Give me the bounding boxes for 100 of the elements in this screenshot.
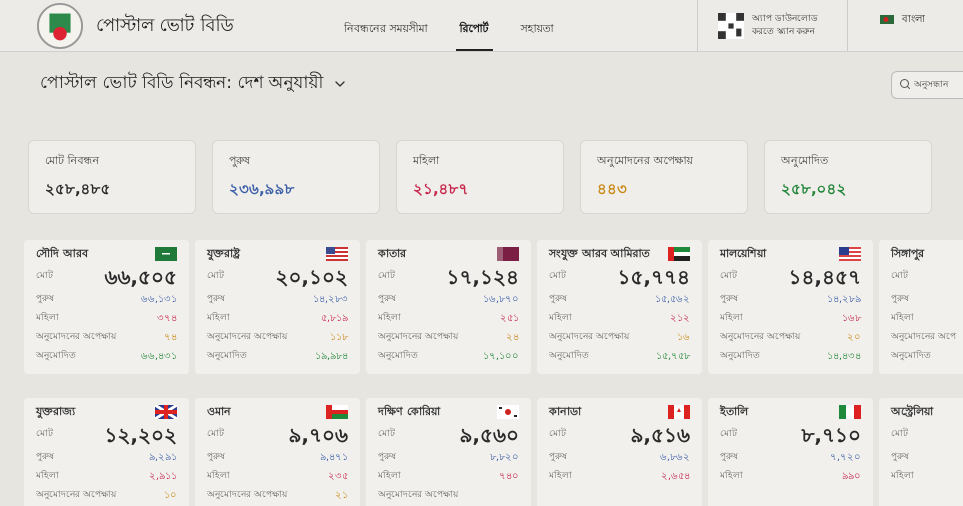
stat-value: ৯,৫১৬ xyxy=(630,422,690,449)
stat-label: মোট xyxy=(549,270,566,284)
summary-value: ২৫৮,০৪২ xyxy=(781,178,848,200)
stat-label: পুরুষ xyxy=(549,450,567,464)
flag-icon xyxy=(668,405,690,419)
stat-value: ৭,৭২০ xyxy=(830,451,861,465)
stat-label: অনুমোদনের অপেক্ষায় xyxy=(549,330,629,344)
stat-value: ২০ xyxy=(847,331,861,345)
stat-label: পুরুষ xyxy=(720,450,738,464)
flag-icon xyxy=(326,405,348,419)
stat-label: মহিলা xyxy=(549,312,572,325)
nav-tab[interactable]: নিবন্ধনের সময়সীমা xyxy=(340,20,432,51)
language-button[interactable]: বাংলা xyxy=(880,12,925,27)
stat-label: মোট xyxy=(36,270,53,284)
stat-label: মোট xyxy=(720,428,737,442)
stat-label: অনুমোদনের অপেক্ষায় xyxy=(36,488,116,502)
flag-icon xyxy=(155,247,177,261)
nav-tab[interactable]: সহায়তা xyxy=(516,20,558,51)
stat-label: অনুমোদিত xyxy=(207,350,247,363)
country-name: কানাডা xyxy=(549,404,581,420)
page-title: পোস্টাল ভোট বিডি নিবন্ধন: দেশ অনুযায়ী xyxy=(40,71,324,96)
summary-label: পুরুষ xyxy=(229,153,252,170)
flag-icon xyxy=(497,405,519,419)
flag-icon xyxy=(155,405,177,419)
stat-label: পুরুষ xyxy=(36,450,54,464)
stat-value: ৮,৭১০ xyxy=(801,422,861,449)
country-name: সিঙ্গাপুর xyxy=(891,246,924,262)
stat-label: মহিলা xyxy=(720,470,743,483)
flag-icon xyxy=(880,15,894,24)
stat-label: পুরুষ xyxy=(891,450,909,464)
stat-label: মহিলা xyxy=(549,470,572,483)
stat-label: অনুমোদিত xyxy=(378,350,418,363)
stat-value: ১৪,২৮৯ xyxy=(826,293,861,307)
stat-label: অনুমোদনের অপেক্ষায় xyxy=(378,488,458,502)
stat-label: মোট xyxy=(207,428,224,442)
country-name: ইতালি xyxy=(720,404,748,420)
stat-value: ২,৯১১ xyxy=(148,470,177,484)
brand-name: পোস্টাল ভোট বিডি xyxy=(96,12,234,38)
stat-label: মহিলা xyxy=(891,312,914,325)
stat-value: ২১২ xyxy=(670,312,690,326)
stat-value: ৬৬,১৩১ xyxy=(140,293,177,307)
stat-label: মোট xyxy=(549,428,566,442)
summary-value: ২৩৬,৯৯৮ xyxy=(229,178,296,200)
stat-label: মোট xyxy=(207,270,224,284)
stat-label: অনুমোদনের অপেক্ষায় xyxy=(207,330,287,344)
stat-label: পুরুষ xyxy=(549,292,567,306)
stat-value: ১৫,৭৭৪ xyxy=(617,264,690,291)
stat-label: মহিলা xyxy=(720,312,743,325)
flag-icon xyxy=(839,405,861,419)
stat-label: অনুমোদিত xyxy=(720,350,760,363)
stat-label: মহিলা xyxy=(36,470,59,483)
app-download-note: অ্যাপ ডাউনলোড করতে স্ক্যান করুন xyxy=(752,12,819,38)
stat-value: ১৪,৪৩৪ xyxy=(826,350,861,364)
stat-value: ১১৮ xyxy=(330,331,348,345)
stat-value: ১৪,২৮৩ xyxy=(312,293,348,307)
stat-value: ৮,৮২০ xyxy=(490,451,519,465)
stat-label: পুরুষ xyxy=(207,292,225,306)
stat-label: অনুমোদিত xyxy=(36,350,76,363)
stat-value: ২৩৫ xyxy=(328,470,348,484)
stat-label: মোট xyxy=(378,270,395,284)
stat-value: ৩৭৪ xyxy=(157,312,177,326)
stat-label: অনুমোদনের অপেক্ষায় xyxy=(720,330,800,344)
stat-value: ৯,৫৬০ xyxy=(459,422,519,449)
flag-icon xyxy=(668,247,690,261)
stat-label: অনুমোদনের অপেক্ষায় xyxy=(36,330,116,344)
stat-value: ১৪,৪৫৭ xyxy=(788,264,861,291)
stat-label: মোট xyxy=(378,428,395,442)
stat-label: অনুমোদনের অপেক্ষায় xyxy=(207,488,287,502)
stat-value: ৯,৭০৬ xyxy=(288,422,348,449)
stat-value: ২,৬৫৪ xyxy=(660,470,690,484)
country-name: দক্ষিণ কোরিয়া xyxy=(378,404,440,420)
stat-value: ৬,৮৬২ xyxy=(660,451,690,465)
stat-label: মোট xyxy=(891,270,908,284)
summary-value: ৪৪৩ xyxy=(597,178,628,200)
country-name: ওমান xyxy=(207,404,231,420)
country-name: কাতার xyxy=(378,246,406,262)
stat-value: ৯৯০ xyxy=(842,470,861,484)
stat-label: পুরুষ xyxy=(36,292,54,306)
stat-label: অনুমোদনের অপেক্ষায় xyxy=(378,330,458,344)
stat-value: ১৭,১০০ xyxy=(482,350,519,364)
qr-code-icon xyxy=(718,12,744,38)
summary-value: ২৫৮,৪৮৫ xyxy=(45,178,112,200)
summary-label: মহিলা xyxy=(413,153,440,169)
stat-value: ৭৪০ xyxy=(499,470,519,484)
stat-value: ১৬ xyxy=(677,331,690,345)
stat-value: ৬৬,৫০৫ xyxy=(104,264,177,291)
nav-tab[interactable]: রিপোর্ট xyxy=(456,20,492,51)
summary-label: মোট নিবন্ধন xyxy=(45,153,100,169)
stat-value: ১০ xyxy=(164,489,177,503)
country-name: অস্ট্রেলিয়া xyxy=(891,404,933,420)
stat-label: মহিলা xyxy=(891,470,914,483)
country-name: মালয়েশিয়া xyxy=(720,246,766,262)
stat-value: ৯,৪৭১ xyxy=(320,451,348,465)
flag-icon xyxy=(326,247,348,261)
stat-label: মহিলা xyxy=(207,312,230,325)
search-field[interactable]: অনুসন্ধান xyxy=(891,70,963,98)
stat-label: অনুমোদিত xyxy=(549,350,589,363)
flag-icon xyxy=(497,247,519,261)
stat-value: ১৭,১২৪ xyxy=(446,264,519,291)
stat-label: মোট xyxy=(891,428,908,442)
